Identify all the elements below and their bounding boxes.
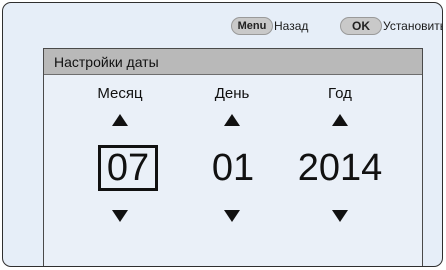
panel-title: Настройки даты — [54, 54, 159, 70]
ok-key-label: OK — [352, 19, 370, 33]
button-hints-bar: Menu Назад OK Установить — [3, 17, 442, 39]
menu-key-label: Menu — [237, 20, 267, 32]
day-value[interactable]: 01 — [208, 145, 258, 191]
date-settings-screen: Menu Назад OK Установить Настройки даты … — [2, 2, 443, 267]
ok-key-badge[interactable]: OK — [340, 17, 382, 35]
day-up-arrow-icon[interactable] — [224, 114, 240, 126]
month-value[interactable]: 07 — [98, 145, 158, 191]
year-value[interactable]: 2014 — [290, 145, 390, 191]
month-down-arrow-icon[interactable] — [112, 210, 128, 222]
panel-header: Настройки даты — [44, 49, 422, 75]
date-settings-panel: Настройки даты Месяц 07 День 01 Год 2014 — [43, 48, 423, 266]
day-label: День — [214, 85, 250, 102]
year-down-arrow-icon[interactable] — [332, 210, 348, 222]
year-label: Год — [328, 85, 352, 102]
year-up-arrow-icon[interactable] — [332, 114, 348, 126]
month-up-arrow-icon[interactable] — [112, 114, 128, 126]
menu-key-badge[interactable]: Menu — [231, 17, 273, 35]
month-label: Месяц — [97, 85, 143, 102]
back-hint-label: Назад — [274, 19, 309, 33]
set-hint-label: Установить — [383, 19, 443, 33]
day-down-arrow-icon[interactable] — [224, 210, 240, 222]
